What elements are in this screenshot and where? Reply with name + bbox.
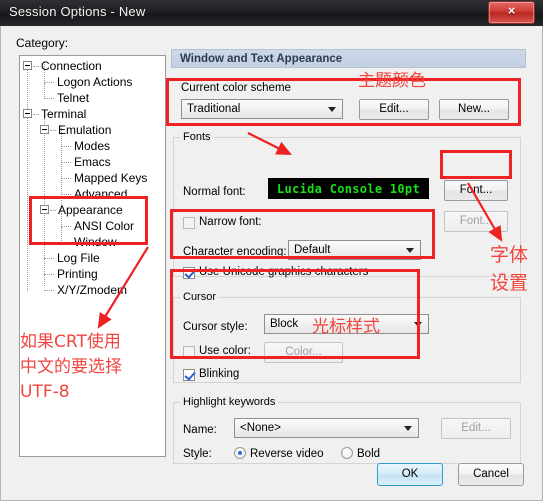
unicode-graphics-checkbox[interactable] xyxy=(183,267,195,279)
character-encoding-value: Default xyxy=(294,244,331,256)
close-icon: × xyxy=(507,3,516,18)
color-scheme-edit-button[interactable]: Edit... xyxy=(359,99,429,120)
tree-item-advanced[interactable]: Advanced xyxy=(74,188,127,200)
highlight-name-select[interactable]: <None> xyxy=(234,418,419,438)
highlight-name-value: <None> xyxy=(240,422,281,434)
blinking-label: Blinking xyxy=(199,368,240,380)
tree-line xyxy=(61,242,71,243)
tree-expander-emulation[interactable] xyxy=(40,125,49,134)
session-options-dialog: Session Options - New × Category: Connec… xyxy=(0,0,543,501)
cursor-style-value: Block xyxy=(270,318,299,330)
tree-expander-connection[interactable] xyxy=(23,61,32,70)
reverse-video-label: Reverse video xyxy=(250,448,324,460)
blinking-checkbox[interactable] xyxy=(183,369,195,381)
tree-line xyxy=(44,290,54,291)
category-label: Category: xyxy=(16,36,69,50)
highlight-style-label: Style: xyxy=(183,448,212,460)
cursor-color-button: Color... xyxy=(264,342,343,363)
tree-line xyxy=(61,146,71,147)
character-encoding-select[interactable]: Default xyxy=(288,240,421,260)
tree-line xyxy=(61,126,62,211)
tree-item-terminal[interactable]: Terminal xyxy=(41,108,86,120)
tree-item-emulation[interactable]: Emulation xyxy=(58,124,111,136)
tree-line xyxy=(33,66,39,67)
tree-line xyxy=(44,83,45,99)
radio-bold[interactable] xyxy=(341,447,353,459)
character-encoding-label: Character encoding: xyxy=(183,246,287,258)
use-color-checkbox[interactable] xyxy=(183,346,195,358)
tree-line xyxy=(61,213,62,227)
cursor-style-label: Cursor style: xyxy=(183,321,248,333)
tree-item-xyzmodem[interactable]: X/Y/Zmodem xyxy=(57,284,127,296)
tree-line xyxy=(61,226,71,227)
color-scheme-select[interactable]: Traditional xyxy=(181,99,343,119)
highlight-name-label: Name: xyxy=(183,424,217,436)
highlight-edit-button: Edit... xyxy=(441,418,511,439)
tree-line xyxy=(44,98,54,99)
tree-item-logon-actions[interactable]: Logon Actions xyxy=(57,76,132,88)
tree-line xyxy=(61,194,71,195)
chevron-down-icon xyxy=(414,322,422,327)
tree-item-appearance[interactable]: Appearance xyxy=(58,204,123,216)
tree-line xyxy=(61,227,62,243)
unicode-graphics-label: Use Unicode graphics characters xyxy=(199,266,369,278)
tree-expander-terminal[interactable] xyxy=(23,109,32,118)
cursor-style-select[interactable]: Block xyxy=(264,314,429,334)
highlight-group-label: Highlight keywords xyxy=(180,396,279,408)
tree-item-connection[interactable]: Connection xyxy=(41,60,102,72)
tree-line xyxy=(50,130,56,131)
tree-expander-appearance[interactable] xyxy=(40,205,49,214)
dialog-body: Category: Connection Logon Actions Telne… xyxy=(0,26,543,501)
tree-line xyxy=(44,258,54,259)
tree-item-modes[interactable]: Modes xyxy=(74,140,110,152)
chevron-down-icon xyxy=(406,248,414,253)
normal-font-preview: Lucida Console 10pt xyxy=(268,178,429,199)
tree-item-emacs[interactable]: Emacs xyxy=(74,156,111,168)
tree-line xyxy=(50,210,56,211)
tree-line xyxy=(61,162,71,163)
title-bar: Session Options - New × xyxy=(0,0,543,27)
radio-reverse-video[interactable] xyxy=(234,447,246,459)
color-scheme-value: Traditional xyxy=(187,103,241,115)
tree-item-telnet[interactable]: Telnet xyxy=(57,92,89,104)
tree-item-log-file[interactable]: Log File xyxy=(57,252,100,264)
fonts-group-label: Fonts xyxy=(180,131,214,143)
category-tree[interactable]: Connection Logon Actions Telnet Terminal… xyxy=(19,55,166,457)
pane-header-label: Window and Text Appearance xyxy=(180,53,343,65)
normal-font-button[interactable]: Font... xyxy=(444,180,508,201)
tree-line xyxy=(44,82,54,83)
tree-line xyxy=(27,69,28,291)
tree-item-printing[interactable]: Printing xyxy=(57,268,98,280)
tree-line xyxy=(44,118,45,286)
chevron-down-icon xyxy=(328,107,336,112)
tree-item-ansi-color[interactable]: ANSI Color xyxy=(74,220,134,232)
narrow-font-label: Narrow font: xyxy=(199,216,262,228)
tree-item-mapped-keys[interactable]: Mapped Keys xyxy=(74,172,147,184)
narrow-font-checkbox[interactable] xyxy=(183,217,195,229)
cancel-button[interactable]: Cancel xyxy=(458,463,524,486)
tree-line xyxy=(44,274,54,275)
window-title: Session Options - New xyxy=(9,4,146,19)
normal-font-label: Normal font: xyxy=(183,186,246,198)
tree-line xyxy=(33,114,39,115)
tree-item-window[interactable]: Window xyxy=(74,236,117,248)
use-color-label: Use color: xyxy=(199,345,251,357)
chevron-down-icon xyxy=(404,426,412,431)
narrow-font-button: Font... xyxy=(444,211,508,232)
color-scheme-new-button[interactable]: New... xyxy=(439,99,509,120)
ok-button[interactable]: OK xyxy=(377,463,443,486)
bold-label: Bold xyxy=(357,448,381,460)
tree-line xyxy=(61,178,71,179)
close-button[interactable]: × xyxy=(488,1,535,24)
color-scheme-label: Current color scheme xyxy=(181,82,291,94)
cursor-group-label: Cursor xyxy=(180,291,220,303)
pane-header: Window and Text Appearance xyxy=(171,49,526,68)
